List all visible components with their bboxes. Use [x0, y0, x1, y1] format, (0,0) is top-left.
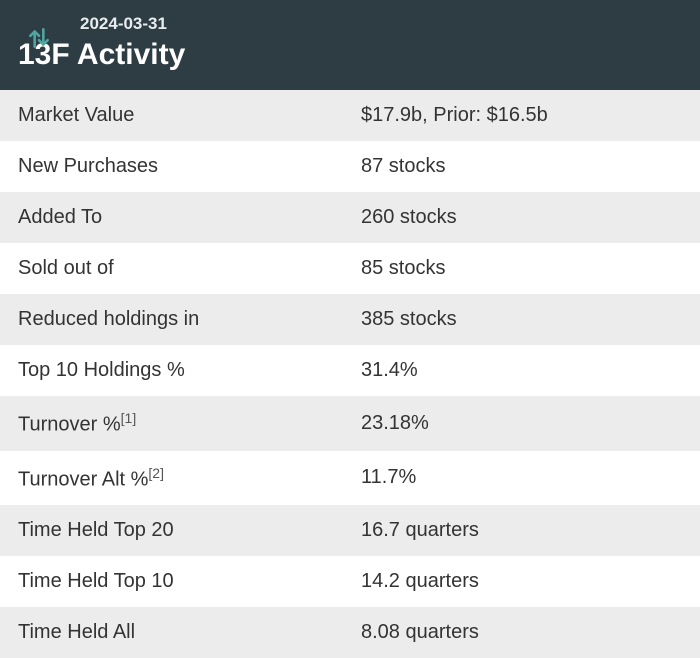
row-label: Reduced holdings in: [0, 294, 343, 345]
row-label-text: Time Held All: [18, 621, 135, 643]
table-row: Time Held All 8.08 quarters: [0, 607, 700, 658]
swap-vertical-icon: [26, 25, 52, 51]
row-label: Time Held Top 20: [0, 505, 343, 556]
row-label-text: Added To: [18, 206, 102, 228]
row-label: Sold out of: [0, 243, 343, 294]
row-label-text: Time Held Top 10: [18, 570, 174, 592]
row-value: 14.2 quarters: [343, 556, 700, 607]
row-label-text: Time Held Top 20: [18, 519, 174, 541]
table-row: Sold out of 85 stocks: [0, 243, 700, 294]
row-label-text: Reduced holdings in: [18, 308, 199, 330]
row-label-text: Top 10 Holdings %: [18, 359, 185, 381]
row-value: 11.7%: [343, 451, 700, 506]
row-label: Market Value: [0, 90, 343, 141]
row-value: 85 stocks: [343, 243, 700, 294]
row-value: 31.4%: [343, 345, 700, 396]
row-label: Time Held Top 10: [0, 556, 343, 607]
table-row: Reduced holdings in 385 stocks: [0, 294, 700, 345]
row-value: 385 stocks: [343, 294, 700, 345]
table-row: Time Held Top 10 14.2 quarters: [0, 556, 700, 607]
activity-table: Market Value$17.9b, Prior: $16.5bNew Pur…: [0, 90, 700, 658]
row-label-text: Sold out of: [18, 257, 114, 279]
row-label-text: New Purchases: [18, 155, 158, 177]
row-label-text: Turnover Alt %: [18, 468, 148, 490]
row-label: Time Held All: [0, 607, 343, 658]
row-value: $17.9b, Prior: $16.5b: [343, 90, 700, 141]
header-date: 2024-03-31: [80, 14, 682, 34]
row-label: New Purchases: [0, 141, 343, 192]
row-value: 23.18%: [343, 396, 700, 451]
table-row: Turnover Alt %[2]11.7%: [0, 451, 700, 506]
header: 2024-03-31 13F Activity: [0, 0, 700, 90]
row-value: 260 stocks: [343, 192, 700, 243]
table-row: Time Held Top 20 16.7 quarters: [0, 505, 700, 556]
row-label: Top 10 Holdings %: [0, 345, 343, 396]
row-label: Added To: [0, 192, 343, 243]
table-row: Market Value $17.9b, Prior: $16.5b: [0, 90, 700, 141]
footnote-ref: [1]: [121, 410, 137, 426]
row-label: Turnover %[1]: [0, 396, 343, 451]
footnote-ref: [2]: [148, 465, 164, 481]
table-row: Added To 260 stocks: [0, 192, 700, 243]
row-label-text: Turnover %: [18, 414, 121, 436]
row-label-text: Market Value: [18, 104, 134, 126]
table-row: Top 10 Holdings % 31.4%: [0, 345, 700, 396]
row-label: Turnover Alt %[2]: [0, 451, 343, 506]
row-value: 8.08 quarters: [343, 607, 700, 658]
row-value: 16.7 quarters: [343, 505, 700, 556]
table-row: New Purchases 87 stocks: [0, 141, 700, 192]
row-value: 87 stocks: [343, 141, 700, 192]
table-row: Turnover %[1]23.18%: [0, 396, 700, 451]
